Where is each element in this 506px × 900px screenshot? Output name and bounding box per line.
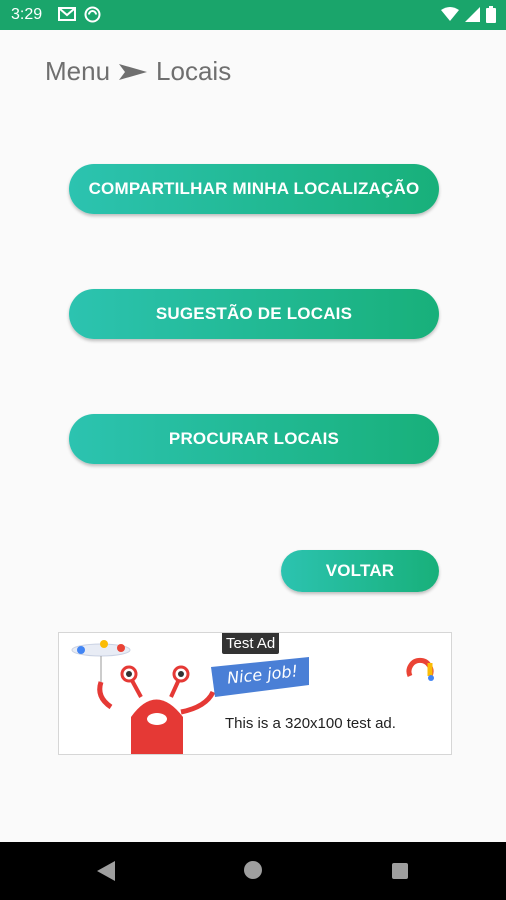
gmail-icon <box>58 7 76 21</box>
search-places-button[interactable]: PROCURAR LOCAIS <box>69 414 439 464</box>
home-icon[interactable] <box>244 861 262 879</box>
battery-icon <box>486 6 496 23</box>
back-icon[interactable] <box>97 861 115 881</box>
page-title: Locais <box>156 56 232 86</box>
back-button[interactable]: VOLTAR <box>281 550 439 592</box>
status-time: 3:29 <box>11 6 43 23</box>
mascot-icon <box>71 640 216 754</box>
arrow-right-icon <box>119 63 148 80</box>
recents-icon[interactable] <box>392 863 408 879</box>
ad-body-text: This is a 320x100 test ad. <box>225 715 396 732</box>
status-icons-left <box>58 6 101 23</box>
breadcrumb-parent: Menu <box>45 56 111 86</box>
breadcrumb: Menu Locais <box>45 56 231 87</box>
ads-logo-icon <box>406 657 434 681</box>
share-location-button[interactable]: COMPARTILHAR MINHA LOCALIZAÇÃO <box>69 164 439 214</box>
wifi-icon <box>441 7 459 21</box>
test-ad-badge: Test Ad <box>222 633 280 654</box>
suggest-places-button[interactable]: SUGESTÃO DE LOCAIS <box>69 289 439 339</box>
system-nav-bar <box>0 842 506 900</box>
signal-icon <box>465 7 480 22</box>
ad-banner[interactable]: Test Ad Nice job! This is a 320x100 test… <box>58 632 452 755</box>
status-bar: 3:29 <box>0 0 506 30</box>
status-icons-right <box>441 6 496 23</box>
sync-icon <box>84 6 101 23</box>
